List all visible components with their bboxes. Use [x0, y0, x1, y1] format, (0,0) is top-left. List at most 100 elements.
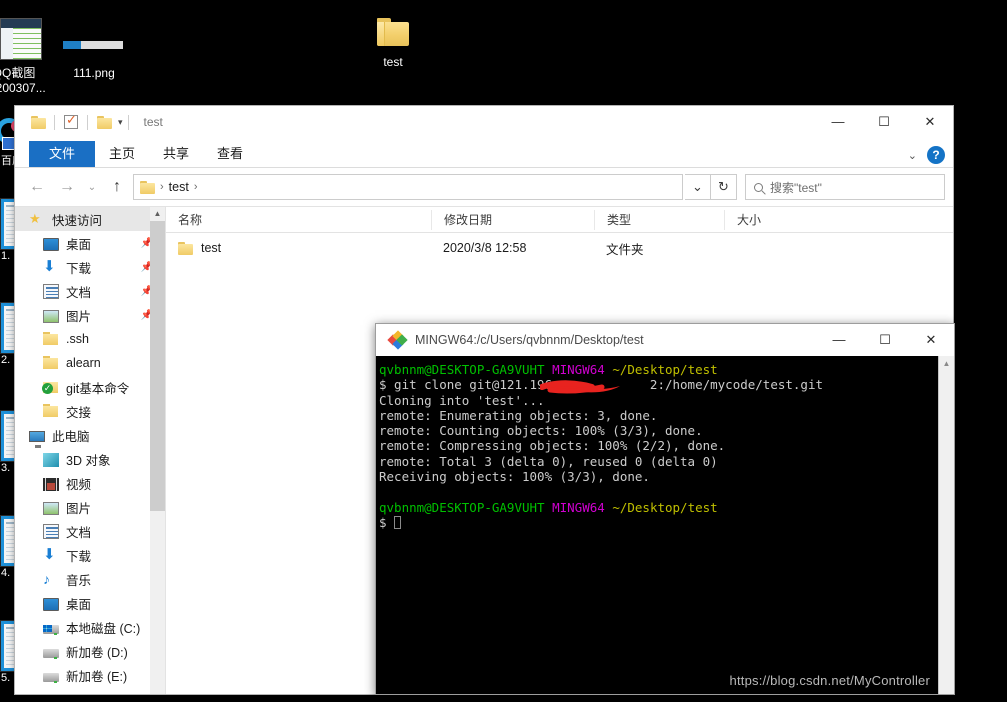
window-title: test	[143, 115, 163, 129]
sidebar-item-pictures[interactable]: 图片 📌	[15, 303, 165, 327]
back-button[interactable]: ←	[23, 174, 51, 200]
maximize-button[interactable]: ☐	[861, 106, 907, 137]
tab-file[interactable]: 文件	[29, 141, 96, 167]
desktop-icon-test-folder[interactable]: test	[345, 18, 441, 70]
terminal-input-line[interactable]: $	[379, 515, 394, 530]
folder-icon[interactable]	[27, 111, 49, 133]
recent-locations-button[interactable]: ⌄	[83, 174, 101, 200]
file-type-cell: 文件夹	[606, 242, 644, 257]
disk-icon	[43, 672, 59, 683]
breadcrumb-separator-2[interactable]: ›	[194, 181, 198, 193]
properties-checkbox-icon[interactable]	[60, 111, 82, 133]
sidebar-item-handover[interactable]: 交接	[15, 399, 165, 423]
sidebar-item-local-disk-c[interactable]: 本地磁盘 (C:)	[15, 615, 165, 639]
forward-button[interactable]: →	[53, 174, 81, 200]
search-placeholder: 搜索"test"	[770, 180, 822, 195]
terminal-titlebar[interactable]: MINGW64:/c/Users/qvbnnm/Desktop/test — ☐…	[376, 324, 954, 356]
download-icon: ⬇	[43, 258, 56, 275]
maximize-button[interactable]: ☐	[862, 324, 908, 355]
desktop-icon-111-thumbnail[interactable]	[63, 41, 123, 49]
sidebar-item-desktop[interactable]: 桌面 📌	[15, 231, 165, 255]
divider	[54, 114, 55, 130]
sidebar-item-label: 新加卷 (D:)	[66, 645, 128, 660]
sidebar-item-downloads[interactable]: ⬇ 下载 📌	[15, 255, 165, 279]
terminal-line: remote: Total 3 (delta 0), reused 0 (del…	[379, 453, 718, 469]
terminal-line: remote: Compressing objects: 100% (2/2),…	[379, 438, 726, 454]
tab-share[interactable]: 共享	[149, 141, 203, 167]
sidebar-item-music[interactable]: ♪ 音乐	[15, 567, 165, 591]
column-header-name[interactable]: 名称	[166, 210, 431, 230]
column-header-type[interactable]: 类型	[594, 209, 724, 230]
sidebar-item-label: git基本命令	[66, 381, 130, 396]
up-button[interactable]: ↑	[103, 174, 131, 200]
terminal-output: qvbnnm@DESKTOP-GA9VUHT MINGW64 ~/Desktop…	[376, 356, 954, 530]
minimize-button[interactable]: —	[816, 324, 862, 355]
terminal-line: Receiving objects: 100% (3/3), done.	[379, 469, 650, 485]
terminal-window-controls: — ☐ ✕	[816, 324, 954, 355]
sidebar-item-label: alearn	[66, 356, 101, 370]
scroll-up-icon[interactable]: ▲	[150, 207, 165, 221]
sidebar-item-git-basics[interactable]: ✓ git基本命令	[15, 375, 165, 399]
sidebar-item-desktop-pc[interactable]: 桌面	[15, 591, 165, 615]
disk-icon	[43, 648, 59, 659]
sidebar-item-label: 文档	[66, 285, 92, 300]
search-input[interactable]: 搜索"test"	[745, 174, 945, 200]
sidebar-item-this-pc[interactable]: 此电脑	[15, 423, 165, 448]
sidebar-item-3d-objects[interactable]: 3D 对象	[15, 447, 165, 471]
file-name-cell[interactable]: test	[166, 241, 431, 255]
sidebar-item-pictures-pc[interactable]: 图片	[15, 495, 165, 519]
sidebar-item-downloads-pc[interactable]: ⬇ 下载	[15, 543, 165, 567]
desktop-icon-qq-screenshot-thumbnail[interactable]	[0, 18, 42, 60]
sidebar-scrollbar[interactable]: ▲	[150, 207, 165, 694]
screen-root: 百度 1. 2. 3. 4. 5. QQ截图 20200307... 1	[0, 0, 1007, 702]
scroll-up-icon[interactable]: ▲	[939, 356, 954, 371]
sidebar-item-alearn[interactable]: alearn	[15, 351, 165, 375]
ribbon-tabs: 文件 主页 共享 查看 ⌄ ?	[15, 138, 953, 168]
help-icon[interactable]: ?	[927, 146, 945, 164]
music-icon: ♪	[43, 571, 50, 587]
explorer-titlebar[interactable]: ▾ test — ☐ ✕	[15, 106, 953, 138]
breadcrumb-item-test[interactable]: test	[169, 180, 189, 194]
prompt-shell-2: MINGW64	[552, 499, 605, 515]
sidebar-item-label: 桌面	[66, 597, 92, 612]
document-icon	[43, 523, 59, 539]
sidebar-item-volume-e[interactable]: 新加卷 (E:)	[15, 663, 165, 687]
videos-icon	[43, 477, 59, 491]
sidebar-item-label: 图片	[66, 309, 92, 324]
watermark-text: https://blog.csdn.net/MyController	[729, 673, 930, 688]
ribbon-right-controls: ⌄ ?	[908, 146, 945, 164]
divider	[127, 114, 129, 130]
sidebar-item-videos[interactable]: 视频	[15, 471, 165, 495]
sidebar-item-label: 交接	[66, 405, 92, 420]
terminal-scrollbar[interactable]: ▲	[938, 356, 954, 694]
tab-home[interactable]: 主页	[95, 141, 149, 167]
close-button[interactable]: ✕	[907, 106, 953, 137]
sidebar-item-documents-pc[interactable]: 文档	[15, 519, 165, 543]
table-row[interactable]: test 2020/3/8 12:58 文件夹	[166, 233, 953, 263]
terminal-body[interactable]: qvbnnm@DESKTOP-GA9VUHT MINGW64 ~/Desktop…	[376, 356, 954, 694]
desktop-icon-111png[interactable]: 111.png	[46, 66, 142, 81]
address-dropdown-button[interactable]: ⌄	[685, 174, 711, 200]
close-button[interactable]: ✕	[908, 324, 954, 355]
column-header-date[interactable]: 修改日期	[431, 209, 594, 230]
chevron-down-icon[interactable]: ▾	[118, 117, 123, 128]
file-name: test	[201, 241, 222, 255]
sidebar-item-ssh[interactable]: .ssh	[15, 327, 165, 351]
document-icon	[43, 283, 59, 299]
chevron-down-icon[interactable]: ⌄	[908, 149, 917, 162]
minimize-button[interactable]: —	[815, 106, 861, 137]
terminal-line: remote: Counting objects: 100% (3/3), do…	[379, 423, 703, 439]
sidebar-item-label: 图片	[66, 501, 92, 516]
sidebar-item-quick-access[interactable]: ★ 快速访问	[15, 207, 165, 231]
tab-view[interactable]: 查看	[203, 141, 257, 167]
sidebar-item-documents[interactable]: 文档 📌	[15, 279, 165, 303]
desktop-icon-label-2: 20200307...	[0, 81, 46, 95]
mintty-icon	[387, 329, 408, 350]
refresh-button[interactable]: ↻	[711, 174, 737, 200]
desktop-icon	[43, 597, 59, 611]
new-folder-icon[interactable]	[93, 111, 115, 133]
column-header-size[interactable]: 大小	[724, 209, 814, 230]
sidebar-item-volume-d[interactable]: 新加卷 (D:)	[15, 639, 165, 663]
breadcrumb[interactable]: › test ›	[133, 174, 683, 200]
scrollbar-thumb[interactable]	[150, 221, 165, 511]
